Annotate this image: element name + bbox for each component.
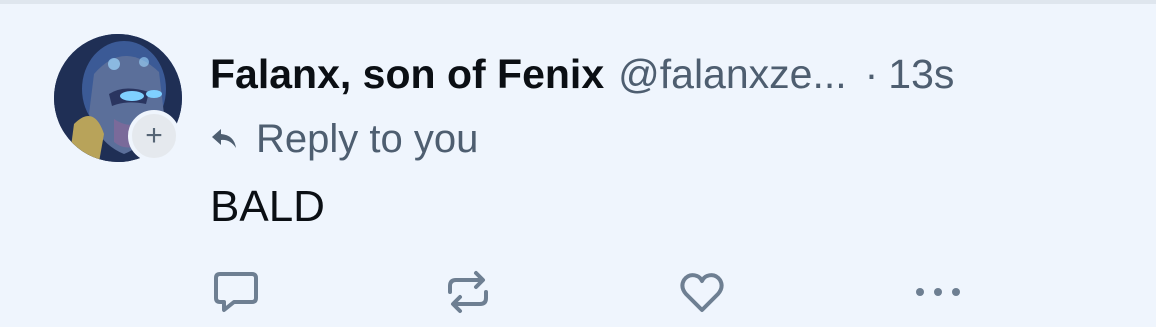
reply-button[interactable] [210, 266, 262, 318]
author-handle[interactable]: @falanxze... [618, 51, 847, 98]
comment-bubble-icon [214, 272, 258, 312]
reply-context-label: Reply to you [256, 116, 479, 161]
author-display-name[interactable]: Falanx, son of Fenix [210, 51, 604, 98]
ellipsis-icon [916, 288, 960, 296]
separator-dot: · [864, 50, 879, 97]
more-options-button[interactable] [912, 266, 964, 318]
like-button[interactable] [676, 266, 728, 318]
top-divider [0, 0, 1156, 4]
post-header: Falanx, son of Fenix @falanxze... · 13s [210, 46, 954, 102]
repost-button[interactable] [442, 266, 494, 318]
post-text: BALD [210, 182, 325, 231]
reply-arrow-icon [210, 127, 238, 151]
post-timestamp[interactable]: 13s [888, 51, 954, 98]
reply-context[interactable]: Reply to you [210, 114, 478, 164]
repost-icon [448, 271, 488, 313]
heart-icon [680, 273, 724, 312]
plus-icon: + [145, 119, 163, 152]
follow-button[interactable]: + [128, 110, 180, 162]
